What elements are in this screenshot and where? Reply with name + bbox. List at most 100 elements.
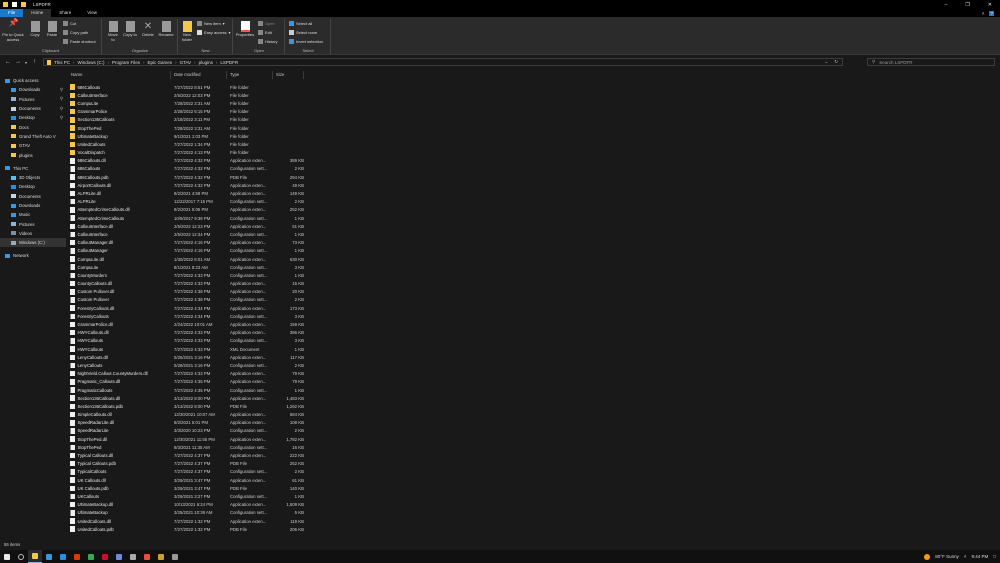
sidebar-item[interactable]: Windows (C:) <box>0 238 66 248</box>
breadcrumb-item[interactable]: plugins <box>199 60 213 65</box>
sidebar-item[interactable]: plugins <box>0 150 66 159</box>
file-row[interactable]: ALPRLite.dll 8/2/2021 4:59 PM Application … <box>68 189 308 197</box>
file-row[interactable]: StopThePed 8/3/2021 11:35 AM Configuration… <box>68 443 308 451</box>
file-row[interactable]: UnitedCallouts.pdb 7/27/2022 1:32 PM PDB F… <box>68 525 308 533</box>
file-row[interactable]: UltimateBackup 9/1/2021 1:03 PM File folde… <box>68 132 308 140</box>
file-row[interactable]: AirportCallouts.dll 7/27/2022 4:32 PM Appl… <box>68 181 308 189</box>
breadcrumb-separator-icon[interactable]: › <box>73 60 75 65</box>
back-icon[interactable]: ← <box>5 59 11 65</box>
sidebar-item[interactable]: Videos <box>0 229 66 238</box>
breadcrumb-item[interactable]: GTAV <box>180 60 192 65</box>
easy-access-button[interactable]: Easy access ▾ <box>197 30 230 35</box>
file-row[interactable]: ForestryCallouts 7/27/2022 4:34 PM Configu… <box>68 312 308 320</box>
file-row[interactable]: AttemptedCrimeCallouts.dll 8/2/2021 5:06 … <box>68 206 308 214</box>
breadcrumb-separator-icon[interactable]: › <box>175 60 177 65</box>
file-row[interactable]: GrammarPolice.dll 2/24/2022 10:01 AM Appli… <box>68 320 308 328</box>
file-row[interactable]: 686Callouts.pdb 7/27/2022 4:32 PM PDB File… <box>68 173 308 181</box>
file-row[interactable]: Section136Callouts.dll 3/13/2022 8:00 PM A… <box>68 394 308 402</box>
move-to-button[interactable]: Move to <box>106 21 120 42</box>
sidebar-item[interactable]: Downloads <box>0 201 66 210</box>
breadcrumb-separator-icon[interactable]: › <box>194 60 196 65</box>
file-row[interactable]: Custom Pullover 7/27/2022 4:38 PM Configur… <box>68 296 308 304</box>
file-row[interactable]: Pragmatic_Callouts.dll 7/27/2022 4:35 PM A… <box>68 378 308 386</box>
notifications-icon[interactable]: □ <box>993 554 996 559</box>
file-row[interactable]: LenyCallouts 5/28/2021 3:16 PM Configurati… <box>68 361 308 369</box>
app-gold-taskbar-button[interactable] <box>154 550 168 563</box>
file-row[interactable]: LenyCallouts.dll 5/25/2021 3:16 PM Applica… <box>68 353 308 361</box>
file-row[interactable]: 686Callouts.dll 7/27/2022 4:32 PM Applicat… <box>68 157 308 165</box>
file-row[interactable]: VocalDispatch 7/27/2022 4:13 PM File folde… <box>68 149 308 157</box>
sidebar-item[interactable]: Documents <box>0 192 66 201</box>
sidebar-item[interactable]: This PC <box>0 164 66 173</box>
breadcrumb-item[interactable]: Program Files <box>112 60 140 65</box>
file-explorer-taskbar-button[interactable] <box>28 550 42 563</box>
column-header-name[interactable]: Name <box>68 71 171 79</box>
file-row[interactable]: UltimateBackup.dll 10/13/2021 6:24 PM Appl… <box>68 501 308 509</box>
sidebar-item[interactable]: GTAV <box>0 141 66 150</box>
office-taskbar-button[interactable] <box>70 550 84 563</box>
chrome-taskbar-button[interactable] <box>84 550 98 563</box>
refresh-icon[interactable]: ↻ <box>834 59 838 65</box>
cut-button[interactable]: Cut <box>63 21 76 26</box>
sidebar-item[interactable]: Downloads ⚲ <box>0 85 66 94</box>
file-row[interactable]: GrammarPolice 2/28/2022 8:15 PM File folde… <box>68 108 308 116</box>
tab-share[interactable]: Share <box>51 9 79 17</box>
sidebar-item[interactable]: Quick access <box>0 76 66 85</box>
new-folder-button[interactable]: New folder <box>180 21 194 42</box>
app-red-taskbar-button[interactable] <box>140 550 154 563</box>
discord-taskbar-button[interactable] <box>112 550 126 563</box>
file-row[interactable]: SpeedRadarLite 3/3/2020 10:23 PM Configura… <box>68 427 308 435</box>
column-header-type[interactable]: Type <box>227 71 273 79</box>
file-row[interactable]: UKCallouts 3/29/2021 3:27 PM Configuration… <box>68 492 308 500</box>
sidebar-item[interactable]: Network <box>0 251 66 260</box>
file-row[interactable]: PragmaticCallouts 7/27/2022 4:35 PM Config… <box>68 386 308 394</box>
file-row[interactable]: Section136Callouts 2/18/2022 3:11 PM File … <box>68 116 308 124</box>
column-header-date-modified[interactable]: Date modified <box>171 71 227 79</box>
monitor-app-taskbar-button[interactable] <box>126 550 140 563</box>
file-row[interactable]: 686Callouts 7/27/2022 4:32 PM Configuratio… <box>68 165 308 173</box>
file-row[interactable]: TypicalCallouts 7/27/2022 4:37 PM Configur… <box>68 468 308 476</box>
select-none-button[interactable]: Select none <box>289 30 317 35</box>
file-row[interactable]: UnitedCallouts.dll 7/27/2022 1:32 PM Appli… <box>68 517 308 525</box>
breadcrumb-item[interactable]: Windows (C:) <box>78 60 105 65</box>
search-taskbar-button[interactable] <box>14 550 28 563</box>
file-row[interactable]: HWYCallouts.dll 7/27/2022 4:33 PM Applicat… <box>68 329 308 337</box>
sidebar-item[interactable]: Desktop <box>0 182 66 191</box>
file-row[interactable]: UK Callouts.pdb 3/29/2021 3:47 PM PDB File… <box>68 484 308 492</box>
weather-text[interactable]: 80°F Sunny <box>935 554 959 559</box>
file-row[interactable]: HWYCallouts 7/27/2022 4:33 PM Configuratio… <box>68 337 308 345</box>
breadcrumb-separator-icon[interactable]: › <box>143 60 145 65</box>
delete-button[interactable]: ✕ Delete <box>141 21 155 38</box>
file-row[interactable]: NightVield.Callout.CountyMurders.dll 7/27… <box>68 370 308 378</box>
breadcrumb-separator-icon[interactable]: › <box>216 60 218 65</box>
file-row[interactable]: Section136Callouts.pdb 3/13/2022 8:00 PM P… <box>68 402 308 410</box>
file-row[interactable]: SimpleCallouts.dll 12/30/2021 10:07 AM App… <box>68 411 308 419</box>
address-bar[interactable]: This PC › Windows (C:) › Program Files › Epic … <box>43 58 843 66</box>
sidebar-item[interactable]: Pictures ⚲ <box>0 95 66 104</box>
sidebar-item[interactable]: Pictures <box>0 219 66 228</box>
sidebar-item[interactable]: Grand Theft Auto V <box>0 132 66 141</box>
forward-icon[interactable]: → <box>15 59 21 65</box>
file-row[interactable]: CompuLite 7/28/2022 3:31 AM File folder <box>68 99 308 107</box>
file-row[interactable]: UltimateBackup 3/25/2021 10:38 AM Configur… <box>68 509 308 517</box>
open-button[interactable]: Open <box>258 21 275 26</box>
history-button[interactable]: History <box>258 39 277 44</box>
opera-taskbar-button[interactable] <box>98 550 112 563</box>
file-row[interactable]: AttemptedCrimeCallouts 10/9/2017 9:38 PM C… <box>68 214 308 222</box>
up-icon[interactable]: ↑ <box>33 59 36 65</box>
address-dropdown-icon[interactable]: ⌄ <box>824 59 828 65</box>
file-row[interactable]: CountyCallouts.dll 7/27/2022 4:33 PM Appli… <box>68 280 308 288</box>
close-icon[interactable]: ✕ <box>988 2 992 8</box>
breadcrumb-item[interactable]: This PC <box>54 60 70 65</box>
file-row[interactable]: CalloutInterface 2/5/2022 12:34 PM Configu… <box>68 230 308 238</box>
tab-view[interactable]: View <box>79 9 105 17</box>
copy-to-button[interactable]: Copy to <box>123 21 137 38</box>
sidebar-item[interactable]: Docs <box>0 122 66 131</box>
help-icon[interactable]: ? <box>989 10 994 16</box>
file-row[interactable]: SpeedRadarLite.dll 8/2/2021 5:01 PM Applic… <box>68 419 308 427</box>
copy-button[interactable]: Copy <box>28 21 42 38</box>
new-folder-icon[interactable] <box>21 2 26 7</box>
restore-icon[interactable]: ❐ <box>965 2 969 8</box>
file-row[interactable]: CalloutInterface 2/5/2022 12:03 PM File fo… <box>68 91 308 99</box>
paste-button[interactable]: Paste <box>45 21 59 38</box>
